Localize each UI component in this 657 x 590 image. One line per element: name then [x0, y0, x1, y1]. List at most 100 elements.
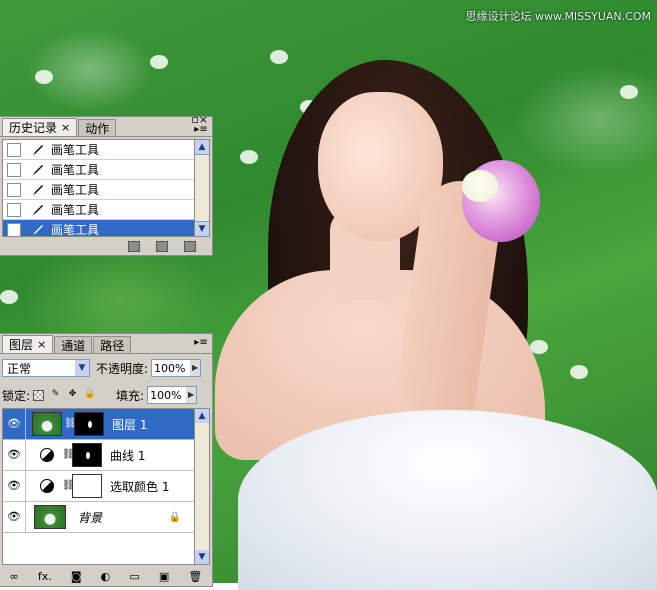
blend-row: 正常 ▼ 不透明度: 100% ▶	[2, 357, 208, 379]
history-item[interactable]: 画笔工具	[3, 180, 195, 200]
scroll-down-icon[interactable]: ▼	[195, 221, 209, 236]
trash-icon[interactable]	[184, 240, 196, 252]
opacity-value: 100%	[154, 361, 186, 375]
mask-icon[interactable]: ◙	[71, 570, 82, 583]
fill-label: 填充:	[116, 388, 145, 403]
layer-row[interactable]: 👁 ⛓ 图层 1	[3, 409, 195, 440]
close-tab-icon[interactable]: ×	[61, 121, 70, 134]
link-icon[interactable]: ⛓	[62, 479, 75, 493]
history-item[interactable]: 画笔工具	[3, 140, 195, 160]
flower-decoration	[620, 85, 638, 99]
layers-panel-tabs: 图层 × 通道 路径 ▸≡	[0, 334, 212, 354]
layer-row[interactable]: 👁 背景 🔒	[3, 502, 195, 533]
tab-channels[interactable]: 通道	[54, 336, 93, 353]
lock-pixels-icon[interactable]: ✎	[50, 389, 61, 401]
eye-icon[interactable]: 👁	[6, 480, 22, 492]
tab-paths[interactable]: 路径	[93, 336, 132, 353]
snapshot-checkbox[interactable]	[7, 222, 21, 236]
layer-name[interactable]: 图层 1	[112, 416, 147, 433]
eye-icon[interactable]: 👁	[6, 418, 22, 430]
lock-position-icon[interactable]: ✥	[67, 389, 78, 401]
history-item-label: 画笔工具	[51, 143, 100, 157]
history-scrollbar[interactable]: ▲ ▼	[194, 139, 210, 237]
brush-icon	[33, 204, 43, 215]
tab-history[interactable]: 历史记录 ×	[2, 118, 78, 136]
history-footer	[0, 237, 212, 255]
history-list: 画笔工具 画笔工具 画笔工具 画笔工具 画笔工具	[2, 139, 196, 237]
layer-mask-thumbnail[interactable]	[72, 474, 102, 498]
flower-decoration	[240, 150, 258, 164]
layer-row[interactable]: 👁 ⛓ 选取颜色 1	[3, 471, 195, 502]
flower-decoration	[150, 55, 168, 69]
layers-panel: 图层 × 通道 路径 ▸≡ 正常 ▼ 不透明度: 100% ▶ 锁定: ✎ ✥ …	[0, 333, 213, 587]
layer-thumbnail[interactable]	[32, 412, 62, 436]
link-icon[interactable]: ⛓	[62, 448, 75, 462]
adjustment-layer-icon[interactable]	[40, 479, 54, 493]
fill-slider-icon[interactable]: ▶	[186, 387, 197, 403]
panel-menu-icon[interactable]: ▸≡	[194, 123, 208, 137]
scroll-up-icon[interactable]: ▲	[195, 409, 209, 423]
flower-decoration	[270, 50, 288, 64]
layer-name[interactable]: 选取颜色 1	[110, 478, 169, 495]
lock-transparency-icon[interactable]	[33, 389, 45, 401]
layers-list: 👁 ⛓ 图层 1 👁 ⛓ 曲线 1 👁 ⛓ 选取颜色 1 👁 背景 🔒	[2, 408, 196, 565]
layer-name[interactable]: 背景	[78, 509, 102, 526]
brush-icon	[33, 164, 43, 175]
snapshot-checkbox[interactable]	[7, 182, 21, 197]
divider	[25, 471, 26, 501]
history-panel-tabs: 历史记录 × 动作 ▫× ▸≡	[0, 114, 212, 137]
divider	[25, 409, 26, 439]
tab-layers[interactable]: 图层 ×	[2, 335, 54, 353]
history-item-selected[interactable]: 画笔工具	[3, 220, 195, 236]
layer-mask-thumbnail[interactable]	[72, 443, 102, 467]
tab-label: 历史记录	[9, 121, 58, 135]
adjustment-icon[interactable]: ◐	[101, 570, 111, 583]
eye-icon[interactable]: 👁	[6, 449, 22, 461]
layer-mask-thumbnail[interactable]	[74, 412, 104, 436]
fill-field[interactable]: 100% ▶	[147, 386, 198, 404]
eye-icon[interactable]: 👁	[6, 511, 22, 523]
layer-row[interactable]: 👁 ⛓ 曲线 1	[3, 440, 195, 471]
history-item-label: 画笔工具	[51, 183, 100, 197]
lock-label: 锁定:	[2, 388, 31, 403]
tab-actions[interactable]: 动作	[78, 119, 117, 136]
fx-icon[interactable]: fx.	[38, 570, 52, 583]
flower-decoration	[35, 70, 53, 84]
history-panel: 历史记录 × 动作 ▫× ▸≡ 画笔工具 画笔工具 画笔工具 画笔工具 画笔工具…	[0, 114, 213, 256]
history-item[interactable]: 画笔工具	[3, 200, 195, 220]
link-icon[interactable]: ∞	[10, 570, 19, 583]
layers-footer: ∞ fx. ◙ ◐ ▭ ▣ 🗑	[0, 567, 212, 586]
opacity-label: 不透明度:	[96, 361, 149, 376]
new-layer-icon[interactable]: ▣	[159, 570, 169, 583]
opacity-slider-icon[interactable]: ▶	[190, 360, 201, 376]
lock-all-icon[interactable]: 🔒	[84, 389, 95, 401]
brush-icon	[33, 224, 43, 235]
blend-mode-select[interactable]: 正常 ▼	[2, 359, 90, 377]
close-tab-icon[interactable]: ×	[37, 338, 46, 351]
history-item[interactable]: 画笔工具	[3, 160, 195, 180]
snapshot-checkbox[interactable]	[7, 162, 21, 177]
scroll-up-icon[interactable]: ▲	[195, 140, 209, 155]
new-document-icon[interactable]	[128, 240, 140, 252]
scroll-down-icon[interactable]: ▼	[195, 550, 209, 564]
group-icon[interactable]: ▭	[129, 570, 139, 583]
panel-menu-icon[interactable]: ▸≡	[194, 336, 208, 350]
fill-value: 100%	[150, 388, 182, 402]
snapshot-checkbox[interactable]	[7, 202, 21, 217]
history-item-label: 画笔工具	[51, 163, 100, 177]
layers-scrollbar[interactable]: ▲ ▼	[194, 408, 210, 565]
snapshot-checkbox[interactable]	[7, 142, 21, 157]
tab-label: 图层	[9, 338, 34, 352]
flower-decoration	[0, 290, 18, 304]
layer-name[interactable]: 曲线 1	[110, 447, 145, 464]
layer-thumbnail[interactable]	[34, 505, 66, 529]
hair-flower-small	[462, 170, 498, 202]
adjustment-layer-icon[interactable]	[40, 448, 54, 462]
opacity-field[interactable]: 100% ▶	[151, 359, 202, 377]
link-icon[interactable]: ⛓	[64, 417, 77, 431]
camera-icon[interactable]	[156, 240, 168, 252]
flower-decoration	[570, 365, 588, 379]
tab-label: 动作	[85, 121, 110, 136]
chevron-down-icon[interactable]: ▼	[75, 360, 89, 376]
trash-icon[interactable]: 🗑	[188, 570, 202, 583]
